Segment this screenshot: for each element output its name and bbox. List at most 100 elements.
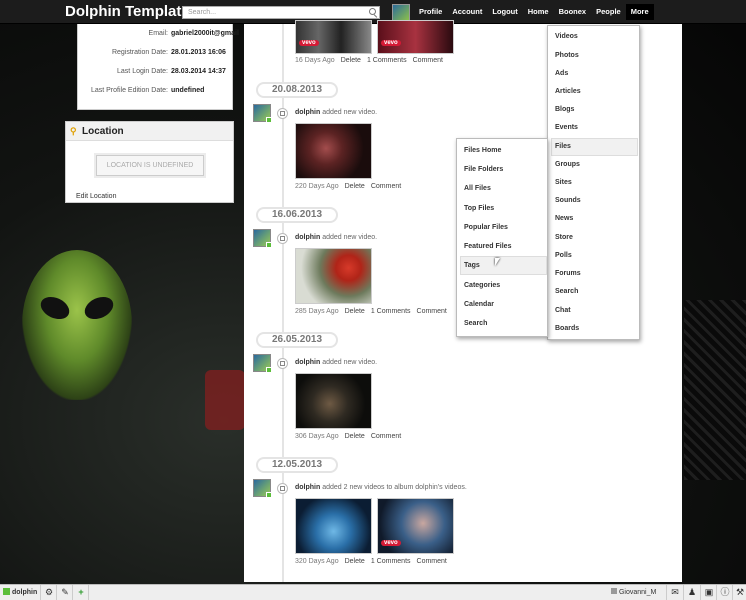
post-meta: 285 Days Ago Delete 1 Comments Comment: [295, 308, 453, 315]
tools-icon[interactable]: ⚒: [733, 586, 746, 599]
menu-item-polls[interactable]: Polls: [555, 247, 572, 264]
mail-icon[interactable]: ✉: [668, 586, 682, 599]
nav-logout[interactable]: Logout: [487, 4, 522, 20]
menu-item-boards[interactable]: Boards: [555, 320, 579, 337]
info-label: Registration Date:: [111, 49, 168, 56]
submenu-files-home[interactable]: Files Home: [464, 142, 501, 159]
submenu-calendar[interactable]: Calendar: [464, 296, 494, 313]
post-avatar[interactable]: [253, 479, 272, 498]
date-badge: 12.05.2013: [256, 457, 338, 473]
post-text: dolphin added 2 new videos to album dolp…: [295, 484, 467, 491]
submenu-featured-files[interactable]: Featured Files: [464, 238, 511, 255]
video-thumbnail[interactable]: vevo: [295, 20, 372, 54]
bottom-username: dolphin: [11, 589, 38, 596]
delete-link[interactable]: Delete: [345, 433, 365, 440]
info-label: Email:: [148, 30, 168, 37]
edit-location-link[interactable]: Edit Location: [76, 193, 116, 200]
post-meta: 320 Days Ago Delete 1 Comments Comment: [295, 558, 453, 565]
delete-link[interactable]: Delete: [345, 183, 365, 190]
menu-item-sounds[interactable]: Sounds: [555, 192, 581, 209]
menu-item-news[interactable]: News: [555, 210, 573, 227]
post-user[interactable]: dolphin: [295, 484, 320, 491]
nav-more[interactable]: More: [625, 4, 654, 20]
search-input[interactable]: Search...: [182, 6, 380, 19]
cart-icon[interactable]: ▣: [702, 586, 716, 599]
menu-item-groups[interactable]: Groups: [555, 156, 580, 173]
video-thumbnail[interactable]: [295, 248, 372, 304]
submenu-tags[interactable]: Tags: [464, 257, 480, 274]
submenu-top-files[interactable]: Top Files: [464, 200, 494, 217]
nav-account[interactable]: Account: [447, 4, 487, 20]
info-icon[interactable]: ⓘ: [718, 586, 732, 599]
nav-boonex[interactable]: Boonex: [554, 4, 592, 20]
delete-link[interactable]: Delete: [345, 308, 365, 315]
menu-item-forums[interactable]: Forums: [555, 265, 581, 282]
menu-item-ads[interactable]: Ads: [555, 65, 568, 82]
nav-profile[interactable]: Profile: [414, 4, 447, 20]
video-thumbnail[interactable]: [295, 373, 372, 429]
comment-link[interactable]: Comment: [417, 308, 447, 315]
user-avatar[interactable]: [392, 4, 410, 21]
settings-icon[interactable]: ⚙: [42, 586, 56, 599]
video-thumbnail[interactable]: vevo: [377, 498, 454, 554]
comment-link[interactable]: Comment: [371, 433, 401, 440]
delete-link[interactable]: Delete: [345, 558, 365, 565]
menu-item-blogs[interactable]: Blogs: [555, 101, 574, 118]
delete-link[interactable]: Delete: [341, 57, 361, 64]
video-thumbnail[interactable]: vevo: [377, 20, 454, 54]
film-icon: [277, 358, 288, 369]
nav-home[interactable]: Home: [523, 4, 554, 20]
menu-item-sites[interactable]: Sites: [555, 174, 572, 191]
mouse-cursor: [495, 258, 500, 266]
comments-count-link[interactable]: 1 Comments: [371, 558, 411, 565]
location-undefined-button[interactable]: LOCATION IS UNDEFINED: [96, 155, 204, 176]
comments-count-link[interactable]: 1 Comments: [371, 308, 411, 315]
submenu-all-files[interactable]: All Files: [464, 180, 491, 197]
location-header: ⚲ Location: [66, 122, 233, 141]
menu-item-files[interactable]: Files: [555, 138, 571, 155]
submenu-search[interactable]: Search: [464, 315, 487, 332]
bottom-right-user[interactable]: Giovanni_M: [611, 585, 656, 600]
post-avatar[interactable]: [253, 354, 272, 373]
submenu-categories[interactable]: Categories: [464, 277, 500, 294]
post-user[interactable]: dolphin: [295, 359, 320, 366]
info-value: 28.01.2013 16:06: [171, 49, 226, 56]
post-user[interactable]: dolphin: [295, 234, 320, 241]
post-action: added new video.: [322, 109, 378, 116]
post-avatar[interactable]: [253, 104, 272, 123]
video-thumbnail[interactable]: [295, 123, 372, 179]
menu-item-articles[interactable]: Articles: [555, 83, 581, 100]
info-row: Registration Date: 28.01.2013 16:06: [78, 43, 239, 62]
video-thumbnail[interactable]: [295, 498, 372, 554]
post-user[interactable]: dolphin: [295, 109, 320, 116]
date-badge: 26.05.2013: [256, 332, 338, 348]
comment-link[interactable]: Comment: [413, 57, 443, 64]
menu-item-events[interactable]: Events: [555, 119, 578, 136]
comment-link[interactable]: Comment: [371, 183, 401, 190]
info-row: Last Profile Edition Date: undefined: [78, 81, 239, 100]
time-ago: 285 Days Ago: [295, 308, 339, 315]
submenu-file-folders[interactable]: File Folders: [464, 161, 503, 178]
background-alien-art: [22, 250, 132, 400]
info-value: undefined: [171, 87, 205, 94]
location-title: Location: [82, 126, 124, 137]
menu-item-videos[interactable]: Videos: [555, 28, 578, 45]
friends-icon[interactable]: ♟: [685, 586, 699, 599]
background-red-art: [205, 370, 245, 430]
more-menu: Videos Photos Ads Articles Blogs Events …: [547, 25, 640, 340]
menu-item-search[interactable]: Search: [555, 283, 578, 300]
add-icon[interactable]: +: [74, 586, 88, 599]
site-logo[interactable]: Dolphin Template: [65, 3, 190, 20]
menu-item-store[interactable]: Store: [555, 229, 573, 246]
comment-link[interactable]: Comment: [417, 558, 447, 565]
search-icon[interactable]: [369, 8, 376, 15]
comments-count-link[interactable]: 1 Comments: [367, 57, 407, 64]
bottom-user[interactable]: dolphin: [3, 585, 37, 600]
nav-people[interactable]: People: [591, 4, 626, 20]
menu-item-chat[interactable]: Chat: [555, 302, 571, 319]
edit-icon[interactable]: ✎: [58, 586, 72, 599]
submenu-popular-files[interactable]: Popular Files: [464, 219, 508, 236]
post-avatar[interactable]: [253, 229, 272, 248]
info-value: gabriel2000it@gmail: [171, 30, 239, 37]
menu-item-photos[interactable]: Photos: [555, 47, 579, 64]
